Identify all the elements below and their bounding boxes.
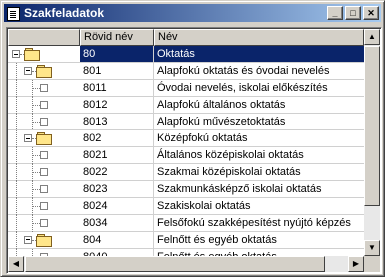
window-title: Szakfeladatok xyxy=(24,6,105,20)
name-cell[interactable]: Alapfokú általános oktatás xyxy=(154,97,364,113)
name-cell[interactable]: Alapfokú művészetoktatás xyxy=(154,114,364,130)
open-folder-icon xyxy=(36,132,52,146)
code-cell[interactable]: 80 xyxy=(80,46,154,62)
close-button[interactable]: ✕ xyxy=(363,6,379,20)
code-cell[interactable]: 8034 xyxy=(80,214,154,231)
table-row[interactable]: 802 Középfokú oktatás xyxy=(8,130,364,148)
leaf-node-icon xyxy=(40,168,48,177)
table-row[interactable]: 8022 Szakmai középiskolai oktatás xyxy=(8,164,364,182)
code-cell[interactable]: 801 xyxy=(80,62,154,79)
leaf-node-icon xyxy=(40,100,48,109)
collapse-icon[interactable] xyxy=(24,235,32,244)
szakfeladatok-window: Szakfeladatok _ □ ✕ Rövid név Név 80 Okta… xyxy=(0,0,385,277)
leaf-node-icon xyxy=(40,185,48,194)
tree-cell[interactable] xyxy=(8,96,80,114)
open-folder-icon xyxy=(36,64,52,78)
scroll-up-arrow-icon[interactable]: ▲ xyxy=(364,29,380,45)
scroll-down-arrow-icon[interactable]: ▼ xyxy=(364,240,380,256)
maximize-button[interactable]: □ xyxy=(345,6,361,20)
leaf-node-icon xyxy=(40,83,48,92)
name-cell[interactable]: Oktatás xyxy=(154,46,364,62)
table-row[interactable]: 80 Oktatás xyxy=(8,46,364,63)
tree-cell[interactable] xyxy=(8,164,80,182)
tree-cell[interactable] xyxy=(8,214,80,232)
grid-rows: 80 Oktatás 801 Alapfokú oktatás és óvodai n… xyxy=(8,46,364,266)
tree-cell[interactable] xyxy=(8,147,80,165)
leaf-node-icon xyxy=(40,218,48,227)
name-cell[interactable]: Szakmai középiskolai oktatás xyxy=(154,164,364,180)
tree-cell[interactable] xyxy=(8,231,80,249)
minimize-button[interactable]: _ xyxy=(327,6,343,20)
code-cell[interactable]: 804 xyxy=(80,231,154,248)
tree-cell[interactable] xyxy=(8,181,80,199)
table-row[interactable]: 8023 Szakmunkásképző iskolai oktatás xyxy=(8,181,364,199)
code-cell[interactable]: 8012 xyxy=(80,96,154,113)
tree-cell[interactable] xyxy=(8,79,80,97)
code-cell[interactable]: 8024 xyxy=(80,198,154,214)
table-row[interactable]: 8034 Felsőfokú szakképesítést nyújtó képz… xyxy=(8,214,364,232)
leaf-node-icon xyxy=(40,202,48,211)
name-cell[interactable]: Alapfokú oktatás és óvodai nevelés xyxy=(154,63,364,79)
vertical-scroll-thumb[interactable] xyxy=(364,46,380,206)
scrollbar-corner xyxy=(364,256,380,272)
code-cell[interactable]: 8013 xyxy=(80,113,154,130)
horizontal-scroll-thumb[interactable] xyxy=(25,256,325,272)
leaf-node-icon xyxy=(40,151,48,160)
table-row[interactable]: 8024 Szakiskolai oktatás xyxy=(8,198,364,216)
header-tree-column[interactable] xyxy=(8,29,80,46)
code-cell[interactable]: 8011 xyxy=(80,79,154,96)
code-cell[interactable]: 8022 xyxy=(80,164,154,181)
header-code-column[interactable]: Rövid név xyxy=(80,29,154,46)
code-cell[interactable]: 8021 xyxy=(80,147,154,164)
title-bar[interactable]: Szakfeladatok _ □ ✕ xyxy=(4,4,381,22)
grid-header: Rövid név Név xyxy=(8,29,364,46)
vertical-scrollbar[interactable]: ▲ ▼ xyxy=(364,29,380,256)
table-row[interactable]: 801 Alapfokú oktatás és óvodai nevelés xyxy=(8,62,364,80)
collapse-icon[interactable] xyxy=(12,50,20,58)
table-row[interactable]: 8013 Alapfokú művészetoktatás xyxy=(8,113,364,131)
collapse-icon[interactable] xyxy=(24,134,32,143)
name-cell[interactable]: Óvodai nevelés, iskolai előkészítés xyxy=(154,80,364,96)
name-cell[interactable]: Szakiskolai oktatás xyxy=(154,198,364,214)
name-cell[interactable]: Felsőfokú szakképesítést nyújtó képzés xyxy=(154,215,364,231)
table-row[interactable]: 8011 Óvodai nevelés, iskolai előkészítés xyxy=(8,79,364,97)
name-cell[interactable]: Felnőtt és egyéb oktatás xyxy=(154,232,364,248)
table-row[interactable]: 804 Felnőtt és egyéb oktatás xyxy=(8,231,364,249)
collapse-icon[interactable] xyxy=(24,66,32,75)
tree-cell[interactable] xyxy=(8,62,80,80)
scroll-right-arrow-icon[interactable]: ▶ xyxy=(348,256,364,272)
open-folder-icon xyxy=(36,233,52,247)
table-row[interactable]: 8012 Alapfokú általános oktatás xyxy=(8,96,364,114)
scroll-left-arrow-icon[interactable]: ◀ xyxy=(8,256,24,272)
tree-cell[interactable] xyxy=(8,113,80,131)
name-cell[interactable]: Általános középiskolai oktatás xyxy=(154,147,364,163)
code-cell[interactable]: 802 xyxy=(80,130,154,147)
table-row[interactable]: 8021 Általános középiskolai oktatás xyxy=(8,147,364,165)
name-cell[interactable]: Szakmunkásképző iskolai oktatás xyxy=(154,181,364,197)
code-cell[interactable]: 8023 xyxy=(80,181,154,198)
name-cell[interactable]: Középfokú oktatás xyxy=(154,130,364,146)
header-name-column[interactable]: Név xyxy=(154,29,364,46)
leaf-node-icon xyxy=(40,117,48,126)
tree-grid[interactable]: Rövid név Név 80 Oktatás 801 Alapfokú oktat… xyxy=(6,27,382,274)
document-icon xyxy=(6,6,20,21)
tree-cell[interactable] xyxy=(8,198,80,216)
tree-cell[interactable] xyxy=(8,46,80,62)
open-folder-icon xyxy=(24,48,40,61)
tree-cell[interactable] xyxy=(8,130,80,148)
horizontal-scrollbar[interactable]: ◀ ▶ xyxy=(8,256,364,272)
